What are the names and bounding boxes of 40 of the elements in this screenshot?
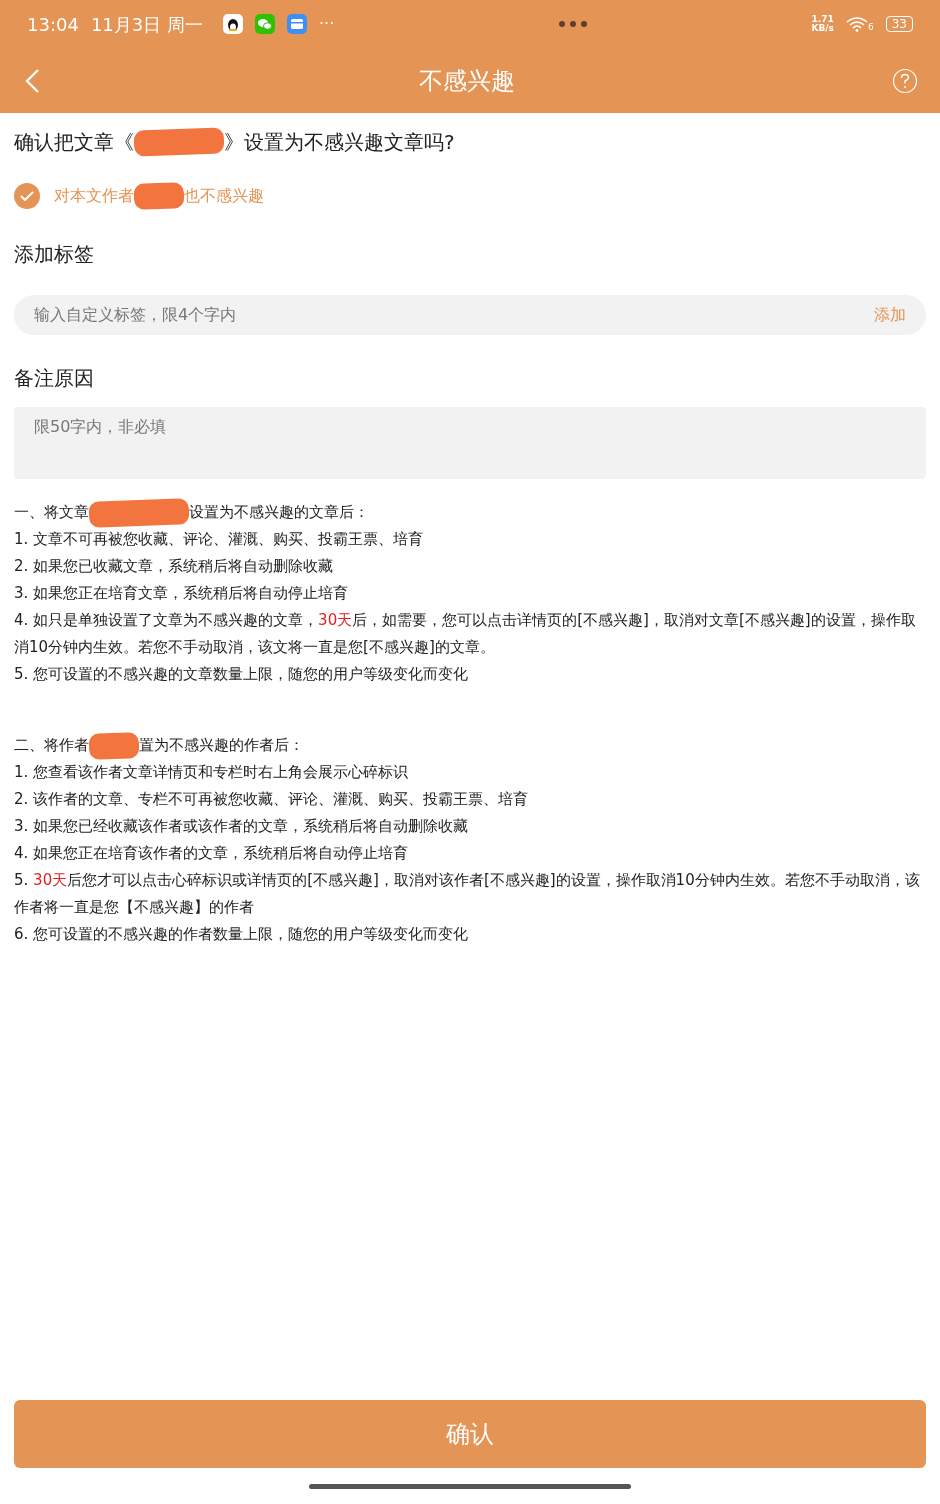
wifi-label: 6 bbox=[868, 21, 874, 35]
section-title: 添加标签 bbox=[14, 241, 95, 268]
network-speed: 1.71 bbox=[811, 15, 834, 24]
more-dots-icon bbox=[557, 20, 588, 28]
question-text: 》设置为不感兴趣文章吗? bbox=[224, 129, 455, 156]
rule-item: 4. 如果您正在培育该作者的文章，系统稍后将自动停止培育 bbox=[14, 843, 410, 864]
note-input-field[interactable]: 限50字内，非必填 bbox=[14, 407, 926, 479]
status-time: 13:04 bbox=[27, 12, 79, 37]
network-unit: KB/s bbox=[811, 24, 834, 33]
status-date: 11月3日 周一 bbox=[90, 12, 203, 37]
page-title: 不感兴趣 bbox=[418, 65, 516, 97]
rule-item: 5. 30天后您才可以点击心碎标识或详情页的[不感兴趣]，取消对该作者[不感兴趣]的设置，操作取消10分钟内生效。若您不手动取消，该作者将一直是您【不感兴趣】的作者 bbox=[14, 870, 921, 918]
chat-icon bbox=[254, 14, 275, 34]
help-icon[interactable] bbox=[892, 67, 918, 94]
battery-indicator: 33 bbox=[885, 16, 913, 32]
mail-icon bbox=[286, 14, 307, 34]
rule-item: 3. 如果您已经收藏该作者或该作者的文章，系统稍后将自动删除收藏 bbox=[14, 816, 470, 837]
rules-heading: 置为不感兴趣的作者后： bbox=[139, 735, 304, 756]
rule-item: 2. 该作者的文章、专栏不可再被您收藏、评论、灌溉、购买、投霸王票、培育 bbox=[14, 789, 530, 810]
confirm-button[interactable]: 确认 bbox=[14, 1400, 926, 1468]
rules-heading: 二、将作者 bbox=[14, 735, 89, 756]
section-title: 备注原因 bbox=[14, 365, 95, 392]
rules-heading: 设置为不感兴趣的文章后： bbox=[189, 502, 369, 523]
rule-item: 1. 文章不可再被您收藏、评论、灌溉、购买、投霸王票、培育 bbox=[14, 529, 425, 550]
rule-item: 5. 您可设置的不感兴趣的文章数量上限，随您的用户等级变化而变化 bbox=[14, 664, 470, 685]
rules-heading: 一、将文章 bbox=[14, 502, 89, 523]
rule-item: 6. 您可设置的不感兴趣的作者数量上限，随您的用户等级变化而变化 bbox=[14, 924, 470, 945]
redaction-mark bbox=[88, 731, 140, 760]
rule-item: 4. 如只是单独设置了文章为不感兴趣的文章，30天后，如需要，您可以点击详情页的[不感兴趣]，取消对文章[不感兴趣]的设置，操作取消10分钟内生效。若您不手动取消，该文将一直是您[不感兴趣]的文章。 bbox=[14, 610, 917, 658]
add-tag-link[interactable]: 添加 bbox=[874, 303, 906, 327]
tag-input-field[interactable]: 输入自定义标签，限4个字内 添加 bbox=[14, 295, 926, 335]
question-text: 确认把文章《 bbox=[14, 129, 134, 156]
redaction-mark bbox=[133, 182, 185, 210]
penguin-icon bbox=[222, 14, 243, 34]
rule-item: 3. 如果您正在培育文章，系统稍后将自动停止培育 bbox=[14, 583, 350, 604]
wifi-icon bbox=[846, 16, 868, 32]
rule-item: 2. 如果您已收藏文章，系统稍后将自动删除收藏 bbox=[14, 556, 335, 577]
author-option[interactable]: 对本文作者 也不感兴趣 bbox=[14, 181, 926, 211]
more-notifications: ··· bbox=[318, 13, 335, 35]
rule-item: 1. 您查看该作者文章详情页和专栏时右上角会展示心碎标识 bbox=[14, 762, 410, 783]
